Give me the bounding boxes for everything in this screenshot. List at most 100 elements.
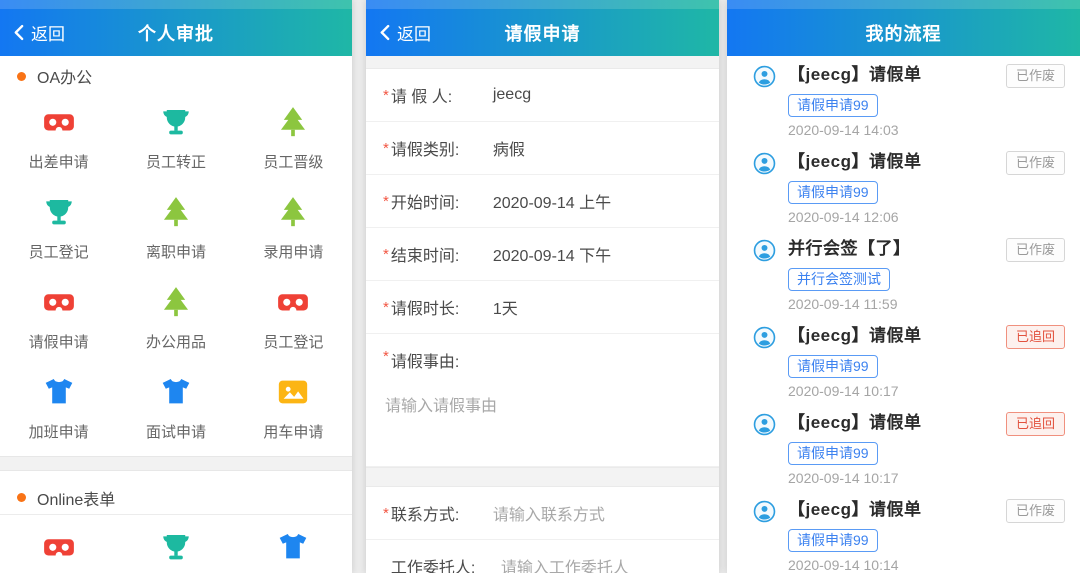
trophy-icon: [163, 109, 189, 135]
grid-item-vehicle-request[interactable]: 用车申请: [235, 360, 352, 450]
grid-item-employee-registration-2[interactable]: 员工登记: [235, 270, 352, 360]
avatar-icon: [753, 326, 776, 349]
flow-item[interactable]: 并行会签【了】 已作废 并行会签测试 2020-09-14 11:59: [727, 230, 1080, 317]
goggles-icon: [43, 294, 74, 311]
tshirt-icon: [45, 378, 72, 404]
field-value: jeecg: [492, 86, 532, 103]
field-reason-textarea[interactable]: * 请假事由: 请输入请假事由: [366, 334, 719, 467]
trophy-icon: [163, 534, 189, 560]
avatar-icon: [753, 152, 776, 175]
field-value: 2020-09-14 下午: [492, 248, 612, 265]
required-asterisk: *: [383, 245, 389, 263]
field-contact[interactable]: * 联系方式: 请输入联系方式: [366, 487, 719, 540]
tree-icon: [163, 197, 189, 227]
section-title: OA办公: [37, 70, 93, 87]
grid-item-leave-form[interactable]: 请假单: [235, 515, 352, 573]
section-title: Online表单: [37, 491, 116, 509]
field-value: 病假: [492, 142, 525, 159]
flow-item[interactable]: 【jeecg】请假单 已追回 请假申请99 2020-09-14 10:17: [727, 404, 1080, 491]
my-flows-header: 我的流程: [727, 9, 1080, 56]
flow-tag: 请假申请99: [788, 181, 878, 204]
flow-item[interactable]: 【jeecg】请假单 已作废 请假申请99 2020-09-14 10:14: [727, 491, 1080, 573]
flow-title: 并行会签【了】: [788, 239, 911, 258]
grid-item-sub-process[interactable]: 子流程会: [0, 515, 117, 573]
section-online-forms: Online表单: [0, 471, 352, 515]
grid-item-label: 员工转正: [145, 154, 206, 171]
grid-item-office-supplies[interactable]: 办公用品: [117, 270, 234, 360]
avatar-icon: [753, 500, 776, 523]
field-label: 联系方式:: [390, 507, 460, 524]
bullet-dot-icon: [17, 493, 26, 502]
field-end-time[interactable]: * 结束时间: 2020-09-14 下午: [366, 228, 719, 281]
back-label: 返回: [31, 25, 65, 44]
section-oa-office: OA办公: [0, 56, 352, 90]
grid-item-employee-confirmation[interactable]: 员工转正: [117, 90, 234, 180]
field-value: 2020-09-14 上午: [492, 195, 612, 212]
field-applicant[interactable]: * 请 假 人: jeecg: [366, 69, 719, 122]
field-label: 请假事由:: [390, 354, 460, 371]
tshirt-icon: [280, 533, 307, 559]
field-label: 请 假 人:: [390, 89, 453, 106]
oa-app-grid: 出差申请 员工转正 员工晋级 员工登记 离职申请 录用申请 请假申请 办公用品 …: [0, 90, 352, 450]
status-badge: 已追回: [1005, 412, 1065, 436]
grid-item-interview[interactable]: 面试申请: [117, 360, 234, 450]
leave-application-header: 返回 请假申请: [366, 9, 719, 56]
status-badge: 已作废: [1005, 238, 1065, 262]
grid-item-business-trip[interactable]: 出差申请: [0, 90, 117, 180]
field-label: 工作委托人:: [390, 560, 476, 573]
flow-timestamp: 2020-09-14 10:14: [788, 557, 899, 573]
status-badge: 已作废: [1005, 151, 1065, 175]
grid-item-employee-promotion[interactable]: 员工晋级: [235, 90, 352, 180]
field-duration[interactable]: * 请假时长: 1天: [366, 281, 719, 334]
flow-tag: 请假申请99: [788, 442, 878, 465]
flow-title: 【jeecg】请假单: [788, 152, 922, 171]
tree-icon: [163, 287, 189, 317]
field-label: 请假类别:: [390, 142, 460, 159]
grid-item-hiring[interactable]: 录用申请: [235, 180, 352, 270]
status-badge: 已作废: [1005, 499, 1065, 523]
flow-item[interactable]: 【jeecg】请假单 已作废 请假申请99 2020-09-14 12:06: [727, 143, 1080, 230]
grid-item-resignation[interactable]: 离职申请: [117, 180, 234, 270]
three-phone-screens: 返回 个人审批 OA办公 出差申请 员工转正 员工晋级 员工登记 离职申请 录用…: [0, 0, 1080, 573]
grid-item-onboarding-form[interactable]: 入职表单: [117, 515, 234, 573]
grid-item-label: 员工登记: [28, 244, 89, 261]
panel-leave-application: 返回 请假申请 * 请 假 人: jeecg * 请假类别: 病假 * 开始时间…: [366, 0, 719, 573]
flow-title: 【jeecg】请假单: [788, 500, 922, 519]
grid-item-leave-request[interactable]: 请假申请: [0, 270, 117, 360]
field-label: 开始时间:: [390, 195, 460, 212]
panel-personal-approval: 返回 个人审批 OA办公 出差申请 员工转正 员工晋级 员工登记 离职申请 录用…: [0, 0, 352, 573]
tree-icon: [281, 107, 306, 137]
flow-tag: 请假申请99: [788, 94, 878, 117]
grid-item-overtime[interactable]: 加班申请: [0, 360, 117, 450]
grid-item-label: 面试申请: [145, 424, 206, 441]
field-leave-type[interactable]: * 请假类别: 病假: [366, 122, 719, 175]
flow-tag: 并行会签测试: [788, 268, 890, 291]
field-placeholder: 请输入联系方式: [492, 507, 605, 524]
grid-item-label: 出差申请: [28, 154, 89, 171]
back-button[interactable]: 返回: [379, 20, 431, 45]
grid-item-label: 加班申请: [28, 424, 89, 441]
grid-item-label: 离职申请: [145, 244, 206, 261]
field-label: 结束时间:: [390, 248, 460, 265]
goggles-icon: [278, 294, 309, 311]
flow-timestamp: 2020-09-14 14:03: [788, 122, 899, 138]
field-delegate[interactable]: * 工作委托人: 请输入工作委托人: [366, 540, 719, 573]
goggles-icon: [43, 114, 74, 131]
flow-tag: 请假申请99: [788, 355, 878, 378]
avatar-icon: [753, 413, 776, 436]
trophy-icon: [45, 199, 72, 225]
grid-item-label: 用车申请: [263, 424, 324, 441]
avatar-icon: [753, 65, 776, 88]
field-start-time[interactable]: * 开始时间: 2020-09-14 上午: [366, 175, 719, 228]
tshirt-icon: [162, 378, 190, 404]
flow-item[interactable]: 【jeecg】请假单 已作废 请假申请99 2020-09-14 14:03: [727, 56, 1080, 143]
grid-item-employee-registration[interactable]: 员工登记: [0, 180, 117, 270]
back-button[interactable]: 返回: [13, 20, 65, 45]
required-asterisk: *: [383, 192, 389, 210]
flow-item[interactable]: 【jeecg】请假单 已追回 请假申请99 2020-09-14 10:17: [727, 317, 1080, 404]
grid-item-label: 员工晋级: [263, 154, 324, 171]
bullet-dot-icon: [17, 71, 26, 81]
form-top-gap: [366, 56, 719, 69]
flow-tag: 请假申请99: [788, 529, 878, 552]
grid-item-label: 录用申请: [263, 244, 324, 261]
